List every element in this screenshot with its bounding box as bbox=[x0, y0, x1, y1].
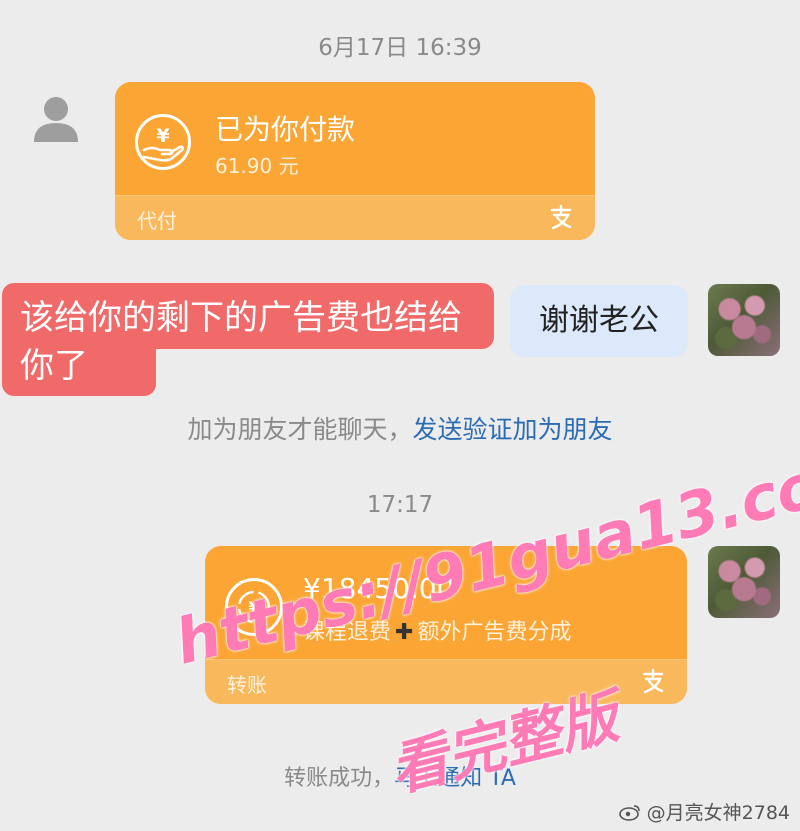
transfer-card[interactable]: ¥ ¥18450.00 课程退费 ✚ 额外广告费分成 转账 bbox=[205, 546, 687, 704]
transfer-status-text: 转账成功， bbox=[284, 766, 395, 791]
payment-amount: 61.90 元 bbox=[215, 154, 299, 178]
card-footer-label: 转账 bbox=[227, 673, 267, 697]
payment-title: 已为你付款 bbox=[215, 113, 356, 146]
payment-card[interactable]: ¥ 已为你付款 61.90 元 代付 bbox=[115, 82, 595, 240]
card-footer: 代付 bbox=[115, 195, 595, 240]
card-footer-label: 代付 bbox=[137, 209, 177, 233]
payment-hand-icon: ¥ bbox=[135, 114, 191, 170]
notify-link[interactable]: 马上通知 TA bbox=[394, 766, 516, 791]
transfer-note: 课程退费 ✚ 额外广告费分成 bbox=[303, 614, 571, 646]
timestamp: 6月17日 16:39 bbox=[318, 35, 482, 61]
add-friend-notice: 加为朋友才能聊天，发送验证加为朋友 bbox=[0, 410, 800, 446]
sent-message-bubble[interactable]: 谢谢老公 bbox=[510, 285, 688, 357]
user-avatar[interactable] bbox=[708, 284, 780, 356]
transfer-icon: ¥ bbox=[225, 578, 283, 636]
received-message-text: 该给你的剩下的广告费也结给你了 bbox=[20, 298, 462, 386]
user-avatar[interactable] bbox=[708, 546, 780, 618]
card-footer: 转账 bbox=[205, 659, 687, 704]
weibo-icon bbox=[618, 805, 640, 821]
svg-text:¥: ¥ bbox=[248, 598, 259, 617]
timestamp: 17:17 bbox=[366, 492, 434, 518]
weibo-handle: @月亮女神2784 bbox=[618, 798, 790, 825]
plus-icon: ✚ bbox=[395, 620, 414, 645]
transfer-note-part2: 额外广告费分成 bbox=[417, 620, 572, 645]
default-avatar-icon[interactable] bbox=[28, 92, 84, 148]
alipay-icon bbox=[550, 204, 572, 230]
svg-text:¥: ¥ bbox=[156, 125, 169, 147]
transfer-status: 转账成功，马上通知 TA bbox=[0, 760, 800, 792]
add-friend-notice-text: 加为朋友才能聊天， bbox=[187, 415, 413, 444]
transfer-note-part1: 课程退费 bbox=[303, 620, 392, 645]
weibo-handle-text: @月亮女神2784 bbox=[646, 802, 790, 824]
transfer-amount: ¥18450.00 bbox=[303, 572, 455, 605]
send-verification-link[interactable]: 发送验证加为朋友 bbox=[413, 415, 613, 444]
alipay-icon bbox=[642, 668, 664, 694]
